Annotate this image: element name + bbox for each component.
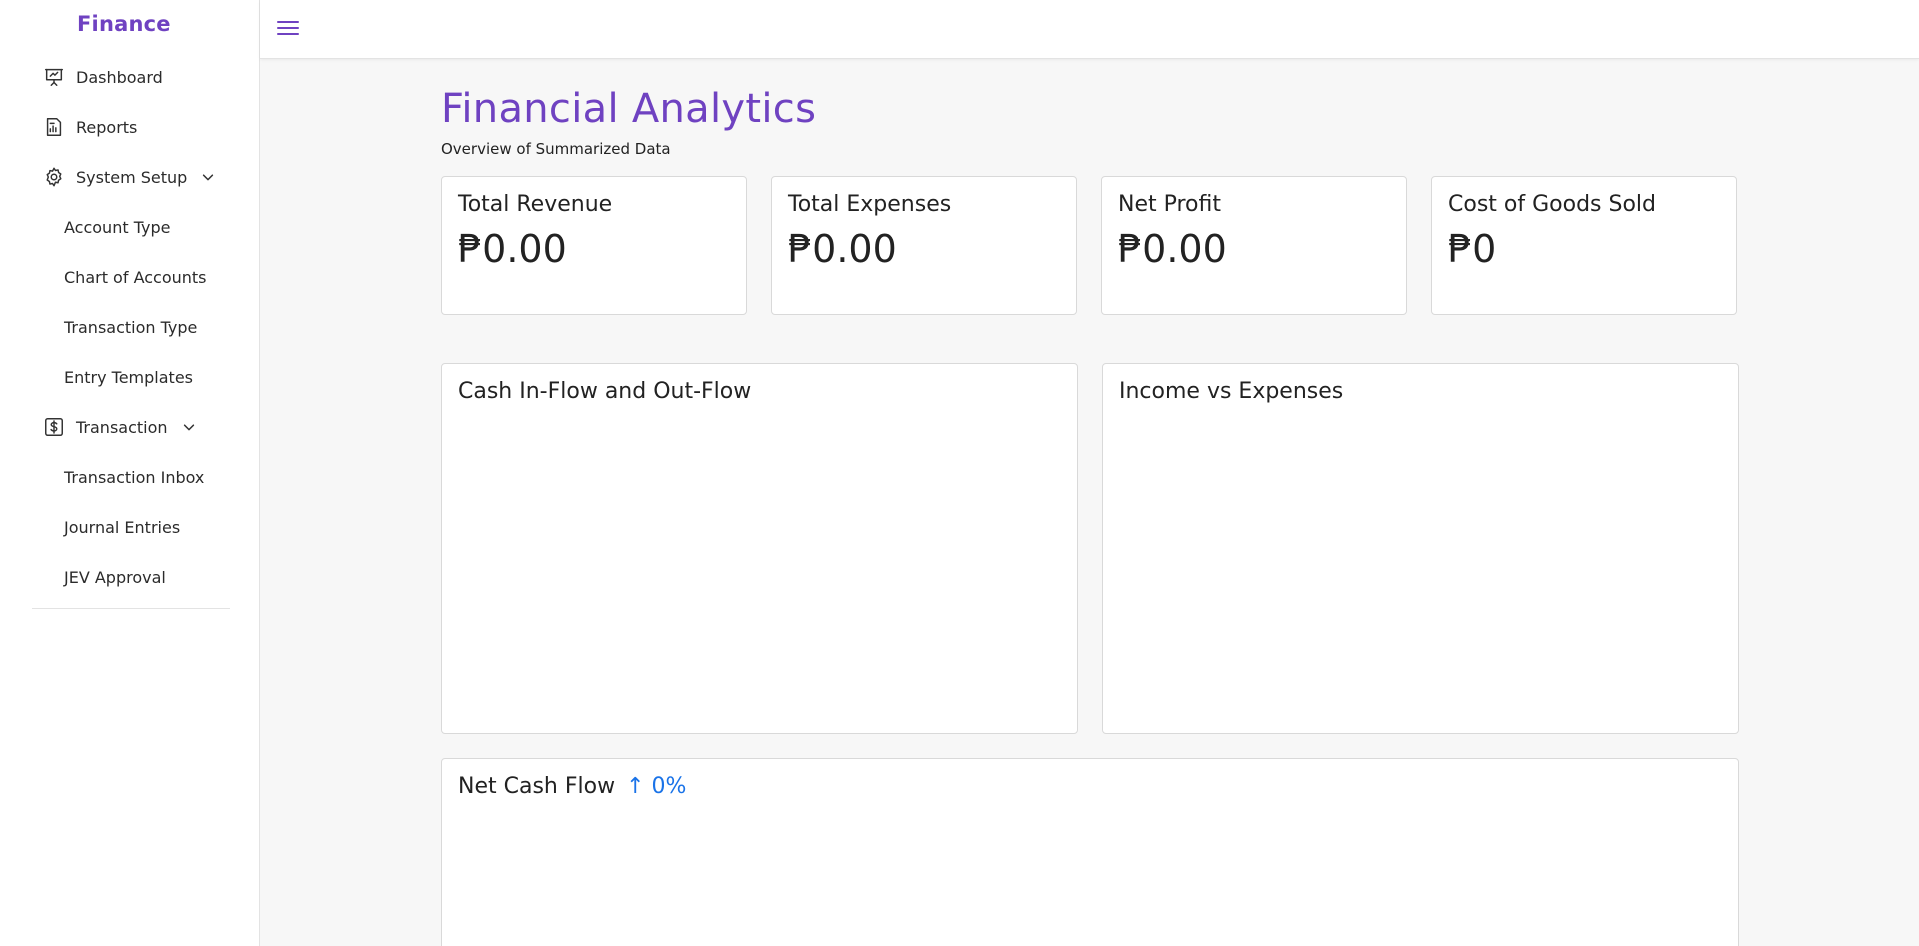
main-area: Financial Analytics Overview of Summariz… xyxy=(260,0,1919,946)
trend-indicator: ↑ 0% xyxy=(626,774,687,799)
sidebar-item-transaction[interactable]: Transaction xyxy=(32,402,230,452)
sidebar-item-label: Transaction xyxy=(76,417,168,437)
chart-title: Income vs Expenses xyxy=(1119,379,1344,404)
reports-icon xyxy=(43,116,65,138)
chevron-down-icon[interactable] xyxy=(182,420,196,434)
stat-value: ₱0.00 xyxy=(788,227,897,271)
net-cash-flow-card: Net Cash Flow ↑ 0% xyxy=(441,758,1739,946)
income-vs-expenses-chart-card: Income vs Expenses xyxy=(1102,363,1739,734)
sidebar-item-label: System Setup xyxy=(76,167,188,187)
stat-card-cogs: Cost of Goods Sold ₱0 xyxy=(1431,176,1737,315)
chevron-down-icon[interactable] xyxy=(201,170,215,184)
page-subtitle: Overview of Summarized Data xyxy=(441,140,671,158)
stat-label: Net Profit xyxy=(1118,192,1221,217)
stat-label: Cost of Goods Sold xyxy=(1448,192,1656,217)
chart-title: Cash In-Flow and Out-Flow xyxy=(458,379,752,404)
gear-icon xyxy=(43,166,65,188)
app-root: Finance Dashboard Reports System Setup A… xyxy=(0,0,1919,946)
hamburger-icon[interactable] xyxy=(277,19,299,37)
sidebar-item-reports[interactable]: Reports xyxy=(32,102,230,152)
sidebar-subitem-journal-entries[interactable]: Journal Entries xyxy=(32,502,230,552)
dollar-icon xyxy=(43,416,65,438)
stat-value: ₱0 xyxy=(1448,227,1497,271)
stat-label: Total Expenses xyxy=(788,192,952,217)
stat-value: ₱0.00 xyxy=(1118,227,1227,271)
chart-cards: Cash In-Flow and Out-Flow Income vs Expe… xyxy=(441,363,1739,734)
stat-label: Total Revenue xyxy=(458,192,613,217)
sidebar-item-system-setup[interactable]: System Setup xyxy=(32,152,230,202)
sidebar-divider xyxy=(32,608,230,609)
sidebar-subitem-transaction-inbox[interactable]: Transaction Inbox xyxy=(32,452,230,502)
page-title: Financial Analytics xyxy=(441,86,817,132)
presentation-icon xyxy=(43,66,65,88)
sidebar-subitem-transaction-type[interactable]: Transaction Type xyxy=(32,302,230,352)
sidebar-item-label: Reports xyxy=(76,117,138,137)
cash-flow-chart-card: Cash In-Flow and Out-Flow xyxy=(441,363,1078,734)
sidebar-subitem-account-type[interactable]: Account Type xyxy=(32,202,230,252)
sidebar: Finance Dashboard Reports System Setup A… xyxy=(0,0,260,946)
stat-card-net-profit: Net Profit ₱0.00 xyxy=(1101,176,1407,315)
stat-value: ₱0.00 xyxy=(458,227,567,271)
chart-title: Net Cash Flow xyxy=(458,774,616,799)
sidebar-subitem-chart-of-accounts[interactable]: Chart of Accounts xyxy=(32,252,230,302)
net-cash-flow-heading: Net Cash Flow ↑ 0% xyxy=(458,774,1722,799)
brand-logo-text[interactable]: Finance xyxy=(77,12,171,36)
sidebar-subitem-jev-approval[interactable]: JEV Approval xyxy=(32,552,230,602)
sidebar-nav: Dashboard Reports System Setup Account T… xyxy=(32,52,230,609)
stat-card-total-expenses: Total Expenses ₱0.00 xyxy=(771,176,1077,315)
top-bar xyxy=(260,0,1919,59)
dashboard-content: Financial Analytics Overview of Summariz… xyxy=(441,59,1739,946)
sidebar-item-label: Dashboard xyxy=(76,67,163,87)
sidebar-subitem-entry-templates[interactable]: Entry Templates xyxy=(32,352,230,402)
stat-card-total-revenue: Total Revenue ₱0.00 xyxy=(441,176,747,315)
sidebar-item-dashboard[interactable]: Dashboard xyxy=(32,52,230,102)
stat-cards: Total Revenue ₱0.00 Total Expenses ₱0.00… xyxy=(441,176,1739,315)
